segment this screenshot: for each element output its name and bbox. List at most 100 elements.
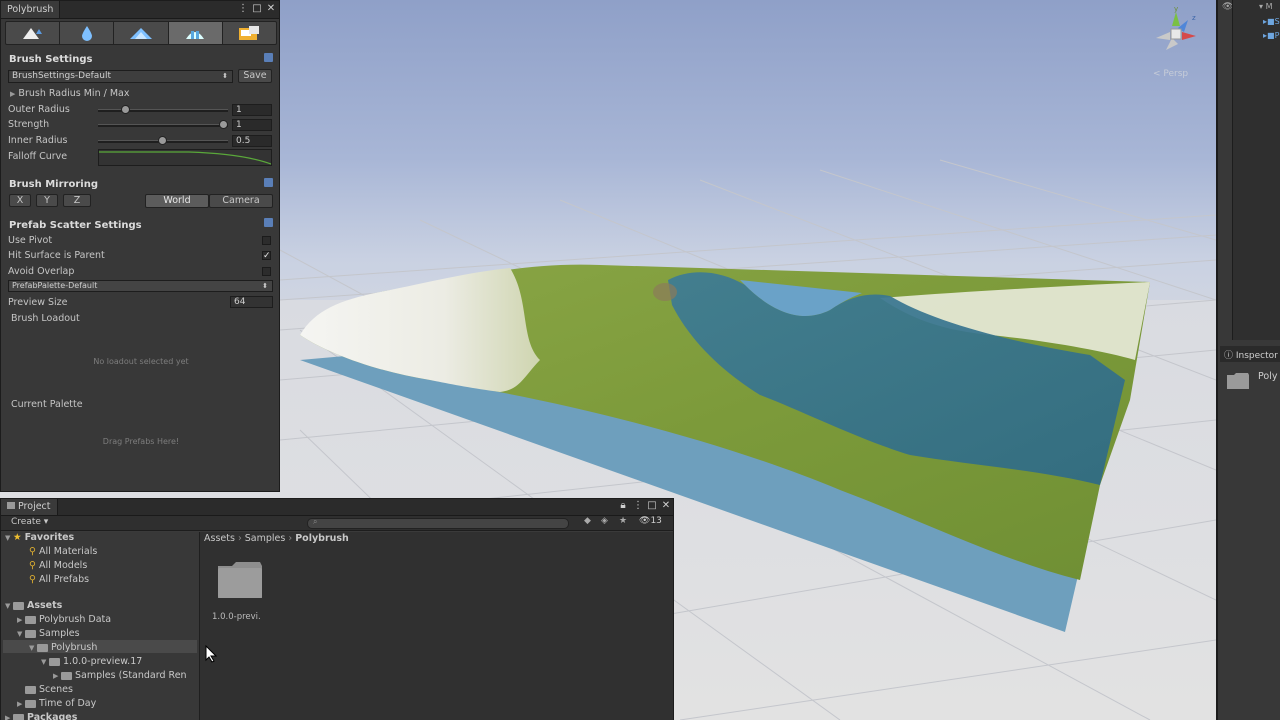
project-close-icon[interactable]: ✕ [660,500,672,512]
expand-arrow-icon: ▼ [17,630,23,638]
inner-radius-field[interactable]: 0.5 [232,135,272,147]
persp-label[interactable]: < Persp [1153,69,1188,79]
tree-samples[interactable]: ▼ Samples [17,628,80,639]
polybrush-titlebar: Polybrush ⋮ □ ✕ [1,1,279,19]
dropdown-arrow-icon: ⬍ [222,72,228,80]
tree-samples-standard[interactable]: ▶ Samples (Standard Ren [53,670,187,681]
hidden-count: 13 [650,516,662,526]
mirror-y-button[interactable]: Y [36,194,58,207]
close-icon[interactable]: ✕ [265,3,277,15]
packages-row[interactable]: ▶ Packages [5,712,77,720]
prefab-palette-dropdown[interactable]: PrefabPalette-Default ⬍ [8,280,273,292]
scatter-help-icon[interactable] [264,218,273,227]
smooth-icon[interactable] [60,22,115,44]
folder-icon [49,657,60,666]
strength-knob[interactable] [219,120,228,129]
outer-radius-knob[interactable] [121,105,130,114]
use-pivot-checkbox[interactable] [262,236,271,245]
gizmo-z-label: z [1192,14,1196,22]
tree-scenes[interactable]: Scenes [17,684,73,695]
inner-radius-knob[interactable] [158,136,167,145]
hierarchy-label: S [1274,17,1280,26]
project-toolbar: Create ▾ ⌕ ◆ ◈ ★ 👁︎13 [1,516,673,531]
tree-time-of-day[interactable]: ▶ Time of Day [17,698,96,709]
texture-paint-icon[interactable] [223,22,276,44]
lock-icon[interactable]: 🔒︎ [617,500,629,512]
inspector-tab-label: Inspector [1235,351,1278,361]
filter-type-icon[interactable]: ◆ [584,516,591,526]
prefab-palette-value: PrefabPalette-Default [12,281,98,290]
grid-folder-item[interactable] [216,560,264,602]
breadcrumb-polybrush[interactable]: Polybrush [295,533,349,544]
outer-radius-slider[interactable] [98,109,228,112]
project-maximize-icon[interactable]: □ [646,500,658,512]
falloff-curve-field[interactable] [98,149,272,166]
scene-orientation-gizmo[interactable]: y z [1148,5,1204,58]
outer-radius-field[interactable]: 1 [232,104,272,116]
create-label: Create [11,517,41,527]
help-icon[interactable] [264,53,273,62]
tree-polybrush-data[interactable]: ▶ Polybrush Data [17,614,111,625]
raise-lower-icon[interactable] [6,22,61,44]
fav-all-prefabs[interactable]: ⚲ All Prefabs [29,574,89,585]
mirror-world-button[interactable]: World [145,194,209,208]
mirroring-help-icon[interactable] [264,178,273,187]
strength-slider[interactable] [98,124,228,127]
hidden-packages-toggle[interactable]: 👁︎13 [639,516,662,526]
inner-radius-label: Inner Radius [8,135,68,146]
project-content: Assets › Samples › Polybrush 1.0.0-previ… [200,532,673,720]
expand-arrow-icon: ▼ [29,644,35,652]
mirror-z-button[interactable]: Z [63,194,91,207]
hierarchy-row[interactable]: ▸■P [1263,31,1279,40]
breadcrumb-assets[interactable]: Assets [204,533,235,544]
project-search-input[interactable]: ⌕ [307,517,569,529]
sculpt-icon[interactable] [114,22,169,44]
grid-folder-label: 1.0.0-previ. [212,612,261,622]
folder-icon [13,713,24,720]
scatter-prefab-icon[interactable] [168,22,223,44]
hierarchy-row[interactable]: ▾ M [1259,2,1272,11]
maximize-icon[interactable]: □ [251,3,263,15]
save-button[interactable]: Save [238,69,272,83]
inspector-tab[interactable]: ⓘ Inspector [1224,348,1278,361]
fav-label: All Materials [39,546,98,557]
fav-all-materials[interactable]: ⚲ All Materials [29,546,97,557]
fav-label: All Models [39,560,88,571]
brush-radius-foldout[interactable]: ▶ Brush Radius Min / Max [10,88,129,99]
project-menu-icon[interactable]: ⋮ [632,500,644,512]
assets-row[interactable]: ▼ Assets [5,600,62,611]
collapsed-arrow-icon: ▶ [17,616,23,624]
tree-polybrush[interactable]: ▼ Polybrush [29,642,97,653]
mirror-camera-button[interactable]: Camera [209,194,273,208]
filter-label-icon[interactable]: ◈ [601,516,608,526]
preview-size-field[interactable]: 64 [230,296,273,308]
outer-radius-label: Outer Radius [8,104,70,115]
strength-field[interactable]: 1 [232,119,272,131]
inspector-tabbar: ⓘ Inspector [1220,346,1280,362]
project-titlebar: Project 🔒︎ ⋮ □ ✕ [1,499,673,516]
tree-label: Scenes [39,684,73,695]
tree-preview[interactable]: ▼ 1.0.0-preview.17 [41,656,142,667]
project-tab[interactable]: Project [1,499,58,515]
polybrush-tab[interactable]: Polybrush [1,1,61,18]
fav-all-models[interactable]: ⚲ All Models [29,560,87,571]
favorites-row[interactable]: ▼ ★ Favorites [5,532,74,543]
breadcrumb-samples[interactable]: Samples [245,533,286,544]
prefab-scatter-header: Prefab Scatter Settings [9,220,142,231]
avoid-overlap-checkbox[interactable] [262,267,271,276]
hit-surface-checkbox[interactable]: ✓ [262,251,271,261]
create-dropdown[interactable]: Create ▾ [11,517,48,527]
project-tab-label: Project [18,501,51,512]
menu-icon[interactable]: ⋮ [237,3,249,15]
fav-label: All Prefabs [39,574,90,585]
packages-label: Packages [27,712,78,720]
expand-arrow-icon: ▼ [41,658,47,666]
gizmo-y-label: y [1174,5,1179,13]
collapsed-arrow-icon: ▶ [5,714,11,720]
drag-prefabs-hint[interactable]: Drag Prefabs Here! [1,437,281,446]
hierarchy-row[interactable]: ▸■S [1263,17,1280,26]
brush-preset-dropdown[interactable]: BrushSettings-Default ⬍ [8,70,233,83]
mirror-x-button[interactable]: X [9,194,31,207]
favorite-star-icon[interactable]: ★ [619,516,627,526]
foldout-arrow-icon: ▶ [10,90,16,98]
